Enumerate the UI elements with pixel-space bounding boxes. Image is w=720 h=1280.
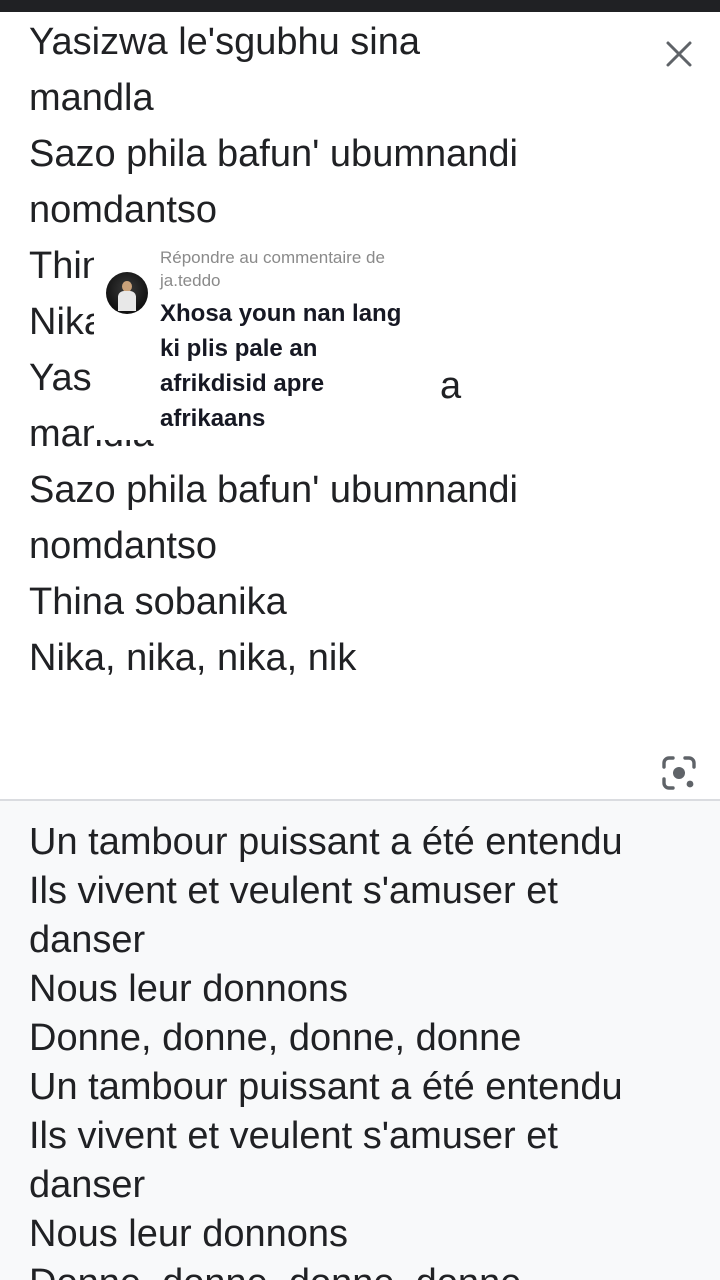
source-line: Thina sobanika xyxy=(29,581,287,623)
translation-line: Nous leur donnons xyxy=(29,1213,348,1255)
translation-pane: Un tambour puissant a été entendu Ils vi… xyxy=(0,801,720,1280)
close-icon xyxy=(666,41,692,67)
translation-line: danser xyxy=(29,1164,146,1206)
translation-line: Donne, donne, donne, donne xyxy=(29,1017,522,1059)
source-line: Sazo phila bafun' ubumnandi xyxy=(29,469,518,511)
comment-reply-overlay: Répondre au commentaire de ja.teddo Xhos… xyxy=(94,240,439,440)
source-line: Nika, nika, nika, nik xyxy=(29,637,357,679)
google-lens-button[interactable] xyxy=(655,749,703,797)
translation-line: Nous leur donnons xyxy=(29,968,348,1010)
translation-line: Ils vivent et veulent s'amuser et xyxy=(29,1115,558,1157)
source-line-fragment: a xyxy=(440,365,462,407)
source-line: nomdantso xyxy=(29,189,218,231)
google-lens-icon xyxy=(662,756,696,790)
reply-context-label: Répondre au commentaire de ja.teddo xyxy=(160,248,385,290)
source-line: Yasizwa le'sgubhu sina xyxy=(29,21,421,63)
translation-line: Ils vivent et veulent s'amuser et xyxy=(29,870,558,912)
translation-line: Un tambour puissant a été entendu xyxy=(29,1066,623,1108)
source-line: Sazo phila bafun' ubumnandi xyxy=(29,133,518,175)
source-line: nomdantso xyxy=(29,525,218,567)
status-bar-strip xyxy=(0,0,720,12)
close-button[interactable] xyxy=(657,32,701,76)
translation-line: danser xyxy=(29,919,146,961)
translation-line: Donne, donne, donne, donne xyxy=(29,1259,521,1280)
translation-line: Un tambour puissant a été entendu xyxy=(29,821,623,863)
avatar xyxy=(106,272,148,314)
comment-text: Xhosa youn nan lang ki plis pale an afri… xyxy=(160,300,402,432)
source-line: mandla xyxy=(29,77,154,119)
